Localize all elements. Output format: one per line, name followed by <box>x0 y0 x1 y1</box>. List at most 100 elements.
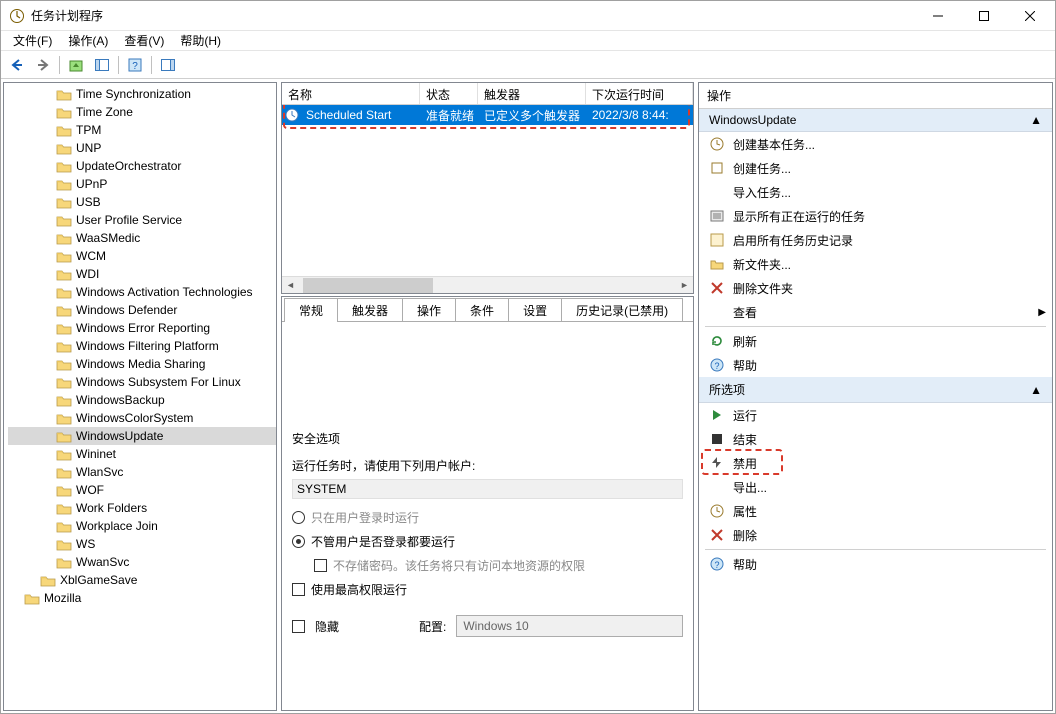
col-trigger[interactable]: 触发器 <box>478 83 586 104</box>
actions-group-folder[interactable]: WindowsUpdate ▲ <box>699 109 1052 132</box>
configure-for-select[interactable]: Windows 10 <box>456 615 683 637</box>
forward-button[interactable] <box>31 54 55 76</box>
tab-history[interactable]: 历史记录(已禁用) <box>561 298 683 322</box>
tree-item[interactable]: WOF <box>8 481 276 499</box>
tree-item[interactable]: WaaSMedic <box>8 229 276 247</box>
action-import-task[interactable]: 导入任务... <box>699 180 1052 204</box>
tree-item[interactable]: Windows Error Reporting <box>8 319 276 337</box>
task-list-header: 名称 状态 触发器 下次运行时间 <box>282 83 693 105</box>
action-new-folder[interactable]: 新文件夹... <box>699 252 1052 276</box>
action-create-basic-task[interactable]: 创建基本任务... <box>699 132 1052 156</box>
menu-action[interactable]: 操作(A) <box>60 30 116 51</box>
tree-item[interactable]: WCM <box>8 247 276 265</box>
checkbox-highest-privileges-label: 使用最高权限运行 <box>311 581 407 598</box>
action-delete[interactable]: 删除 <box>699 523 1052 547</box>
folder-icon <box>56 322 72 335</box>
menu-file[interactable]: 文件(F) <box>5 30 60 51</box>
task-row-scheduled-start[interactable]: Scheduled Start 准备就绪 已定义多个触发器 2022/3/8 8… <box>282 105 693 125</box>
tab-triggers[interactable]: 触发器 <box>337 298 403 322</box>
scroll-thumb[interactable] <box>303 278 433 293</box>
tab-general[interactable]: 常规 <box>284 298 338 322</box>
tab-conditions[interactable]: 条件 <box>455 298 509 322</box>
scroll-left-icon[interactable]: ◄ <box>282 277 299 294</box>
task-list-body[interactable]: Scheduled Start 准备就绪 已定义多个触发器 2022/3/8 8… <box>282 105 693 276</box>
radio-any-user-label: 不管用户是否登录都要运行 <box>311 533 455 550</box>
task-folder-tree[interactable]: Time SynchronizationTime ZoneTPMUNPUpdat… <box>4 83 276 710</box>
actions-group-selection[interactable]: 所选项 ▲ <box>699 377 1052 403</box>
action-properties[interactable]: 属性 <box>699 499 1052 523</box>
action-refresh[interactable]: 刷新 <box>699 329 1052 353</box>
tree-item[interactable]: User Profile Service <box>8 211 276 229</box>
col-status[interactable]: 状态 <box>420 83 478 104</box>
clock-icon <box>284 107 300 123</box>
new-folder-icon <box>709 256 725 272</box>
collapse-icon: ▲ <box>1030 383 1042 397</box>
close-button[interactable] <box>1007 1 1053 30</box>
window-title: 任务计划程序 <box>31 7 915 24</box>
horizontal-scrollbar[interactable]: ◄ ► <box>282 276 693 293</box>
tree-item[interactable]: Windows Activation Technologies <box>8 283 276 301</box>
folder-icon <box>56 502 72 515</box>
tree-item[interactable]: Work Folders <box>8 499 276 517</box>
tree-item[interactable]: Workplace Join <box>8 517 276 535</box>
tree-item[interactable]: Time Synchronization <box>8 85 276 103</box>
help-button[interactable]: ? <box>123 54 147 76</box>
tree-item[interactable]: XblGameSave <box>8 571 276 589</box>
tree-item[interactable]: USB <box>8 193 276 211</box>
back-button[interactable] <box>5 54 29 76</box>
tree-item-label: WDI <box>76 267 99 281</box>
menu-help[interactable]: 帮助(H) <box>172 30 229 51</box>
action-disable[interactable]: 禁用 <box>699 451 1052 475</box>
tree-item[interactable]: Wininet <box>8 445 276 463</box>
radio-logon-only[interactable] <box>292 511 305 524</box>
tree-item[interactable]: Windows Media Sharing <box>8 355 276 373</box>
tree-item[interactable]: WDI <box>8 265 276 283</box>
action-show-running[interactable]: 显示所有正在运行的任务 <box>699 204 1052 228</box>
show-hide-actions-button[interactable] <box>156 54 180 76</box>
tree-item[interactable]: WS <box>8 535 276 553</box>
checkbox-highest-privileges[interactable] <box>292 583 305 596</box>
tree-item-label: WCM <box>76 249 106 263</box>
tree-item[interactable]: WlanSvc <box>8 463 276 481</box>
col-name[interactable]: 名称 <box>282 83 420 104</box>
up-button[interactable] <box>64 54 88 76</box>
action-end[interactable]: 结束 <box>699 427 1052 451</box>
tree-item[interactable]: UNP <box>8 139 276 157</box>
tree-item[interactable]: Windows Subsystem For Linux <box>8 373 276 391</box>
action-delete-folder[interactable]: 删除文件夹 <box>699 276 1052 300</box>
action-help-folder[interactable]: ?帮助 <box>699 353 1052 377</box>
tab-actions[interactable]: 操作 <box>402 298 456 322</box>
action-create-task[interactable]: 创建任务... <box>699 156 1052 180</box>
checkbox-no-store-password[interactable] <box>314 559 327 572</box>
tree-item[interactable]: Time Zone <box>8 103 276 121</box>
maximize-button[interactable] <box>961 1 1007 30</box>
tree-item[interactable]: Windows Defender <box>8 301 276 319</box>
tree-item[interactable]: WwanSvc <box>8 553 276 571</box>
tree-item[interactable]: Windows Filtering Platform <box>8 337 276 355</box>
tree-item[interactable]: Mozilla <box>8 589 276 607</box>
run-as-account: SYSTEM <box>292 479 683 499</box>
show-hide-tree-button[interactable] <box>90 54 114 76</box>
view-icon <box>709 304 725 320</box>
folder-icon <box>56 304 72 317</box>
tree-item[interactable]: WindowsColorSystem <box>8 409 276 427</box>
tree-item[interactable]: WindowsUpdate <box>8 427 276 445</box>
tab-settings[interactable]: 设置 <box>508 298 562 322</box>
tree-item[interactable]: WindowsBackup <box>8 391 276 409</box>
tree-item[interactable]: TPM <box>8 121 276 139</box>
folder-icon <box>24 592 40 605</box>
radio-any-user[interactable] <box>292 535 305 548</box>
tree-item-label: Windows Activation Technologies <box>76 285 253 299</box>
scroll-right-icon[interactable]: ► <box>676 277 693 294</box>
col-next[interactable]: 下次运行时间 <box>586 83 693 104</box>
tree-item[interactable]: UpdateOrchestrator <box>8 157 276 175</box>
action-enable-history[interactable]: 启用所有任务历史记录 <box>699 228 1052 252</box>
action-run[interactable]: 运行 <box>699 403 1052 427</box>
menu-view[interactable]: 查看(V) <box>116 30 172 51</box>
checkbox-hidden[interactable] <box>292 620 305 633</box>
tree-item[interactable]: UPnP <box>8 175 276 193</box>
action-help-selection[interactable]: ?帮助 <box>699 552 1052 576</box>
minimize-button[interactable] <box>915 1 961 30</box>
action-view[interactable]: 查看▶ <box>699 300 1052 324</box>
action-export[interactable]: 导出... <box>699 475 1052 499</box>
